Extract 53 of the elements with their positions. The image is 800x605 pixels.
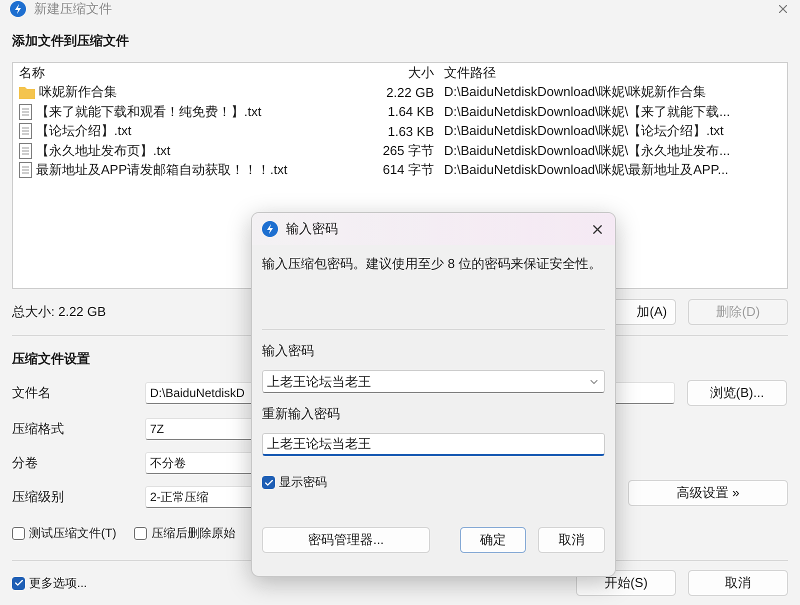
file-size: 1.64 KB — [386, 104, 434, 120]
column-header[interactable]: 文件路径 — [444, 64, 781, 82]
dialog-description: 输入压缩包密码。建议使用至少 8 位的密码来保证安全性。 — [262, 255, 602, 273]
field-label: 压缩格式 — [12, 420, 65, 438]
checkbox[interactable] — [134, 526, 148, 540]
checkbox[interactable] — [262, 476, 275, 489]
file-path: D:\BaiduNetdiskDownload\咪妮\【来了就能下载... — [444, 102, 732, 121]
file-path: D:\BaiduNetdiskDownload\咪妮\【论坛介绍】.txt — [444, 122, 725, 140]
column-header[interactable]: 名称 — [19, 64, 364, 82]
advanced-settings-button[interactable]: 高级设置 » — [628, 480, 788, 506]
folder-icon — [19, 86, 35, 99]
checkbox[interactable] — [12, 576, 25, 590]
field-label: 重新输入密码 — [262, 405, 341, 423]
file-name: 【论坛介绍】.txt — [36, 122, 132, 140]
file-size: 614 字节 — [382, 161, 434, 180]
field-label: 压缩级别 — [12, 488, 65, 506]
file-path: D:\BaiduNetdiskDownload\咪妮\【永久地址发布... — [444, 142, 732, 160]
file-path: D:\BaiduNetdiskDownload\咪妮\咪妮新作合集 — [444, 83, 708, 102]
file-name: 【来了就能下载和观看！纯免费！】.txt — [36, 102, 262, 121]
file-size: 265 字节 — [382, 142, 434, 160]
column-header[interactable]: 大小 — [374, 64, 434, 82]
total-size: 总大小: 2.22 GB — [12, 303, 106, 321]
file-size: 2.22 GB — [385, 84, 434, 100]
password-dropdown[interactable]: 上老王论坛当老王 — [262, 370, 605, 393]
checkbox[interactable] — [12, 526, 25, 540]
start-button[interactable]: 开始(S) — [576, 570, 676, 596]
checkbox-label: 压缩后删除原始 — [151, 524, 236, 542]
cancel-button[interactable]: 取消 — [538, 527, 605, 553]
text-file-icon — [19, 104, 32, 120]
file-path: D:\BaiduNetdiskDownload\咪妮\最新地址及APP... — [444, 161, 730, 180]
file-name: 咪妮新作合集 — [39, 83, 117, 102]
window-title: 新建压缩文件 — [34, 0, 112, 18]
text-file-icon — [19, 142, 32, 159]
checkbox-label: 测试压缩文件(T) — [29, 524, 116, 542]
text-file-icon — [19, 162, 32, 178]
checkbox-label: 显示密码 — [279, 474, 327, 491]
file-name: 最新地址及APP请发邮箱自动获取！！！.txt — [36, 161, 288, 180]
checkbox-label: 更多选项... — [29, 574, 88, 592]
file-name: 【永久地址发布页】.txt — [36, 142, 170, 160]
field-label: 输入密码 — [262, 342, 315, 360]
file-size: 1.63 KB — [386, 124, 434, 139]
password-manager-button[interactable]: 密码管理器... — [262, 527, 430, 553]
password-input[interactable]: 上老王论坛当老王 — [262, 433, 605, 456]
section-heading: 压缩文件设置 — [12, 350, 90, 368]
browse-button[interactable]: 浏览(B)... — [687, 380, 787, 406]
ok-button[interactable]: 确定 — [460, 527, 526, 553]
dialog-title: 输入密码 — [286, 220, 338, 238]
text-file-icon — [19, 123, 32, 140]
field-label: 分卷 — [12, 454, 39, 472]
section-heading: 添加文件到压缩文件 — [12, 32, 129, 50]
field-label: 文件名 — [12, 384, 52, 402]
app-logo-icon — [262, 221, 278, 237]
cancel-button[interactable]: 取消 — [688, 570, 788, 596]
